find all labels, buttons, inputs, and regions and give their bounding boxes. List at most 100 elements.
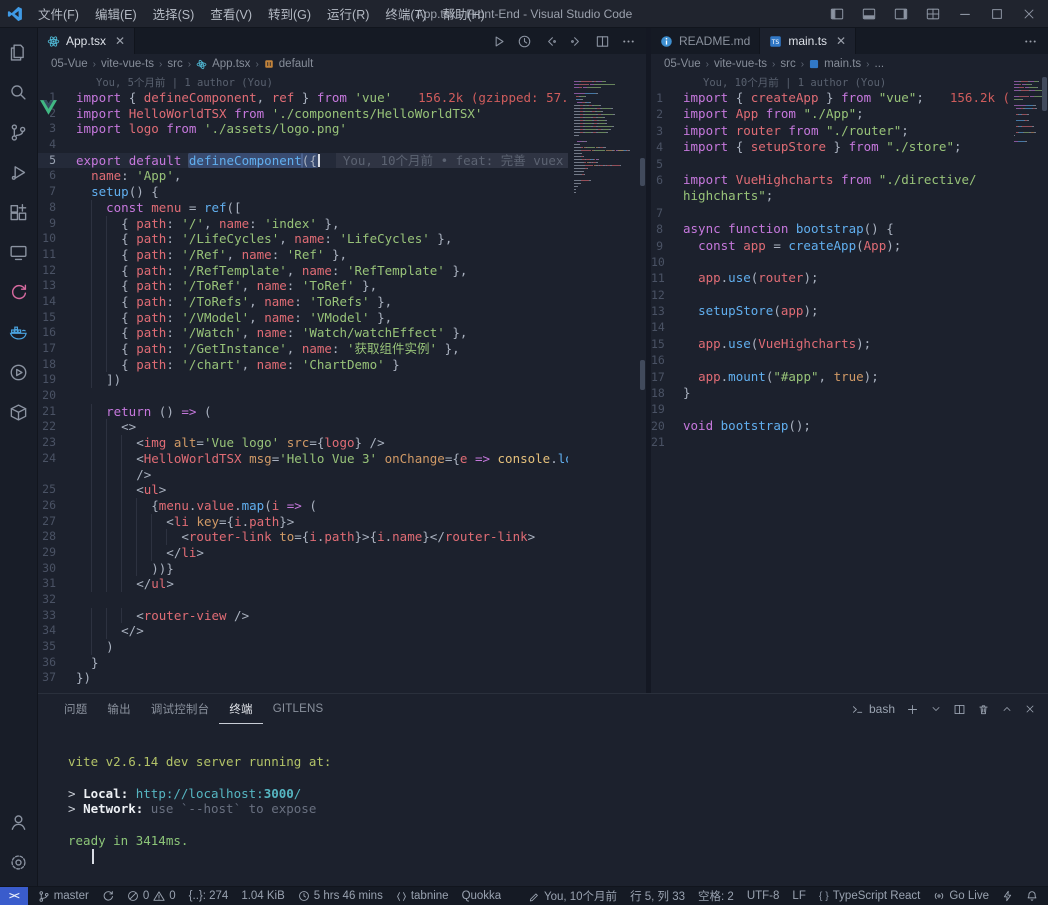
code-line[interactable]: 17 app.mount("#app", true); [651,369,1008,385]
tab-close-icon[interactable]: ✕ [836,35,846,47]
file-size-item[interactable]: 1.04 KiB [241,890,284,902]
panel-tab-output[interactable]: 输出 [97,694,140,724]
code-line[interactable]: 3 import logo from './assets/logo.png' [38,121,568,137]
code-line[interactable]: 18} [651,385,1008,401]
code-line[interactable]: 7 setup() { [38,184,568,200]
crumb-file[interactable]: main.ts [824,58,861,70]
crumb-folder[interactable]: vite-vue-ts [714,58,767,70]
more-actions-icon[interactable] [1023,34,1038,49]
chevron-down-icon[interactable] [930,703,942,715]
code-line[interactable]: 6 import VueHighcharts from "./directive/ [651,172,1008,188]
codelens-authors[interactable]: You, 5个月前 | 1 author (You) [38,76,568,90]
code-line[interactable]: 22 <> [38,419,568,436]
code-line[interactable]: 16 [651,352,1008,368]
code-line[interactable]: 5 export default defineComponent({You, 10… [38,152,568,169]
crumb-folder[interactable]: vite-vue-ts [101,58,154,70]
problems-item[interactable]: 0 0 [127,890,176,902]
minimap[interactable] [1008,74,1048,693]
code-line[interactable]: 2 import App from "./App"; [651,106,1008,122]
crumb-src[interactable]: src [167,58,182,70]
crumb-symbol[interactable]: ... [875,58,885,70]
tab-main-ts[interactable]: TS main.ts ✕ [760,28,857,54]
code-line[interactable]: 5 [651,156,1008,172]
codelens-authors[interactable]: You, 10个月前 | 1 author (You) [651,76,1008,90]
maximize-panel-icon[interactable] [1001,703,1013,715]
toggle-secondary-sidebar-icon[interactable] [886,1,916,27]
editor-app-tsx[interactable]: You, 5个月前 | 1 author (You) 1 import { def… [38,74,646,693]
run-button[interactable] [491,34,506,49]
toggle-panel-icon[interactable] [854,1,884,27]
menu-terminal[interactable]: 终端(T) [377,1,434,26]
panel-tab-terminal[interactable]: 终端 [219,694,262,724]
code-line[interactable]: 8 async function bootstrap() { [651,221,1008,237]
git-branch-item[interactable]: master [38,890,89,903]
wakatime-item[interactable]: 5 hrs 46 mins [298,890,383,902]
code-line[interactable]: 2 import HelloWorldTSX from './components… [38,106,568,122]
minimize-button[interactable] [950,1,980,27]
eol-item[interactable]: LF [792,890,805,902]
encoding-item[interactable]: UTF-8 [747,890,780,902]
bell-icon[interactable] [1026,890,1038,902]
toggle-sidebar-icon[interactable] [822,1,852,27]
crumb-file[interactable]: App.tsx [212,58,250,70]
maximize-button[interactable] [982,1,1012,27]
quokka-item[interactable]: Quokka [462,890,502,902]
code-line[interactable]: 18 { path: '/chart', name: 'ChartDemo' } [38,356,568,373]
code-line[interactable]: 34 </> [38,623,568,640]
next-change-icon[interactable] [569,34,584,49]
code-line[interactable]: 4 import { setupStore } from "./store"; [651,139,1008,155]
editor-main-ts[interactable]: You, 10个月前 | 1 author (You) 1 import { cr… [651,74,1048,693]
code-line[interactable]: 12 { path: '/RefTemplate', name: 'RefTem… [38,262,568,279]
code-line[interactable]: 37}) [38,670,568,686]
split-editor-icon[interactable] [595,34,610,49]
code-line[interactable]: 9 const app = createApp(App); [651,238,1008,254]
code-line[interactable]: 32 [38,592,568,608]
cursor-position-item[interactable]: 行 5, 列 33 [630,888,685,904]
code-line[interactable]: 21 [651,434,1008,450]
code-line[interactable]: 19 ]) [38,372,568,389]
code-line[interactable]: 23 <img alt='Vue logo' src={logo} /> [38,435,568,451]
code-line[interactable]: 12 [651,287,1008,303]
code-line[interactable]: 1 import { createApp } from "vue"; 156.2k … [651,90,1008,106]
code-line[interactable]: 14 [651,319,1008,335]
live-share-sync-icon[interactable] [0,272,38,312]
remote-explorer-icon[interactable] [0,232,38,272]
panel-tab-gitlens[interactable]: GITLENS [263,694,334,724]
menu-view[interactable]: 查看(V) [202,1,260,26]
crumb-project[interactable]: 05-Vue [51,58,88,70]
gitlens-blame-item[interactable]: You, 10个月前 [529,888,617,904]
code-line[interactable]: 15 app.use(VueHighcharts); [651,336,1008,352]
docker-icon[interactable] [0,312,38,352]
crumb-src[interactable]: src [780,58,795,70]
shell-picker[interactable]: bash [851,702,895,716]
code-line[interactable] [68,817,1048,833]
code-line[interactable]: ready in 3414ms. [68,833,1048,849]
code-line[interactable]: > Network: use `--host` to expose [68,801,1048,817]
menu-edit[interactable]: 编辑(E) [87,1,145,26]
explorer-icon[interactable] [0,32,38,72]
go-live-item[interactable]: Go Live [933,890,989,902]
indentation-item[interactable]: 空格: 2 [698,888,734,904]
code-line[interactable]: 10 [651,254,1008,270]
code-line[interactable]: 13 setupStore(app); [651,303,1008,319]
code-line[interactable]: 19 [651,401,1008,417]
code-line[interactable]: 33 <router-view /> [38,607,568,624]
code-line[interactable]: 14 { path: '/ToRefs', name: 'ToRefs' }, [38,293,568,310]
panel-tab-problems[interactable]: 问题 [54,694,97,724]
code-line[interactable]: /> [38,466,568,483]
search-icon[interactable] [0,72,38,112]
menu-go[interactable]: 转到(G) [260,1,319,26]
more-actions-icon[interactable] [621,34,636,49]
code-line[interactable]: 28 <router-link to={i.path}>{i.name}</ro… [38,529,568,545]
extensions-icon[interactable] [0,192,38,232]
minimap[interactable] [568,74,646,693]
menu-selection[interactable]: 选择(S) [145,1,203,26]
remote-indicator[interactable]: >< [0,887,28,905]
brace-count-item[interactable]: {..}: 274 [189,890,229,902]
code-line[interactable]: highcharts"; [651,188,1008,204]
panel-tab-debug-console[interactable]: 调试控制台 [141,694,220,724]
tab-app-tsx[interactable]: App.tsx ✕ [38,28,136,54]
code-line[interactable]: 27 <li key={i.path}> [38,513,568,530]
code-line[interactable]: 8 const menu = ref([ [38,199,568,216]
language-mode-item[interactable]: { } TypeScript React [819,890,921,902]
